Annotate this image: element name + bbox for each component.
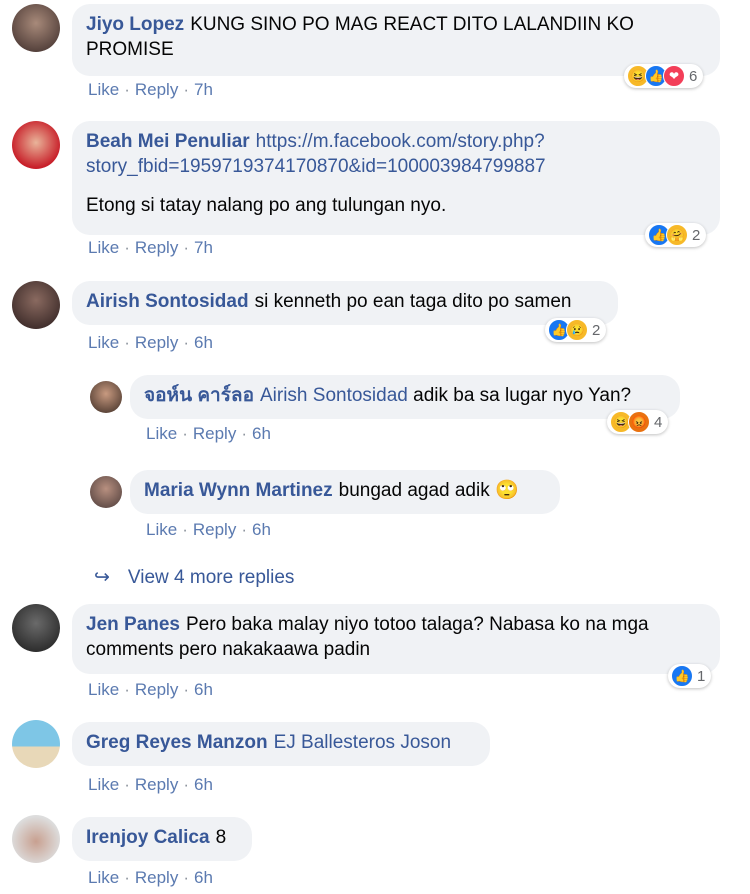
like-button[interactable]: Like bbox=[146, 424, 177, 443]
avatar[interactable] bbox=[12, 815, 60, 863]
avatar[interactable] bbox=[90, 381, 122, 413]
comment-bubble: Beah Mei Penuliar https://m.facebook.com/… bbox=[72, 121, 720, 235]
comment-bubble: Jiyo Lopez KUNG SINO PO MAG REACT DITO LA… bbox=[72, 4, 720, 76]
comment-actions: Like · Reply · 6h bbox=[146, 520, 271, 539]
comment-text: adik ba sa lugar nyo Yan? bbox=[413, 385, 632, 406]
comment-bubble: Airish Sontosidad si kenneth po ean taga … bbox=[72, 281, 618, 325]
reaction-count: 4 bbox=[654, 413, 663, 431]
reply-button[interactable]: Reply bbox=[135, 238, 178, 257]
reaction-summary[interactable]: 👍 1 bbox=[668, 664, 712, 688]
avatar[interactable] bbox=[12, 121, 60, 169]
reply-bubble: จอห์น คาร์ลอ Airish Sontosidad adik ba sa… bbox=[130, 375, 680, 419]
like-button[interactable]: Like bbox=[146, 520, 177, 539]
reply-button[interactable]: Reply bbox=[135, 80, 178, 99]
comment-actions: Like · Reply · 6h bbox=[88, 775, 213, 794]
care-icon: 🤗 bbox=[666, 224, 688, 246]
reaction-summary[interactable]: 👍 😢 2 bbox=[545, 318, 607, 342]
comment-author[interactable]: Greg Reyes Manzon bbox=[86, 732, 268, 753]
comment-author[interactable]: Jen Panes bbox=[86, 614, 180, 635]
reaction-count: 1 bbox=[697, 667, 706, 685]
comment-bubble: Irenjoy Calica 8 bbox=[72, 817, 252, 861]
avatar[interactable] bbox=[12, 604, 60, 652]
reaction-summary[interactable]: 👍 🤗 2 bbox=[645, 223, 707, 247]
timestamp[interactable]: 6h bbox=[194, 333, 213, 352]
like-button[interactable]: Like bbox=[88, 238, 119, 257]
reaction-count: 2 bbox=[592, 321, 601, 339]
like-icon: 👍 bbox=[671, 665, 693, 687]
view-more-replies[interactable]: ↪ View 4 more replies bbox=[94, 566, 294, 589]
comment-text: 8 bbox=[215, 827, 227, 848]
comment-author[interactable]: จอห์น คาร์ลอ bbox=[144, 385, 254, 406]
like-button[interactable]: Like bbox=[88, 80, 119, 99]
timestamp[interactable]: 6h bbox=[194, 680, 213, 699]
reply-button[interactable]: Reply bbox=[135, 868, 178, 887]
reaction-count: 6 bbox=[689, 67, 698, 85]
comment-author[interactable]: Beah Mei Penuliar bbox=[86, 131, 250, 152]
comment-actions: Like · Reply · 6h bbox=[88, 680, 213, 699]
timestamp[interactable]: 6h bbox=[252, 520, 271, 539]
reply-arrow-icon: ↪ bbox=[94, 567, 110, 588]
story-link-cont[interactable]: story_fbid=1959719374170870&id=100003984… bbox=[86, 154, 706, 179]
like-button[interactable]: Like bbox=[88, 775, 119, 794]
comment-author[interactable]: Jiyo Lopez bbox=[86, 14, 184, 35]
reply-button[interactable]: Reply bbox=[193, 520, 236, 539]
timestamp[interactable]: 7h bbox=[194, 238, 213, 257]
reply-button[interactable]: Reply bbox=[135, 775, 178, 794]
reaction-summary[interactable]: 😆 👍 ❤ 6 bbox=[624, 64, 704, 88]
comment-actions: Like · Reply · 6h bbox=[88, 333, 213, 352]
angry-icon: 😡 bbox=[628, 411, 650, 433]
like-button[interactable]: Like bbox=[88, 680, 119, 699]
love-icon: ❤ bbox=[663, 65, 685, 87]
timestamp[interactable]: 6h bbox=[194, 868, 213, 887]
comment-actions: Like · Reply · 7h bbox=[88, 238, 213, 257]
avatar[interactable] bbox=[90, 476, 122, 508]
mention-link[interactable]: EJ Ballesteros Joson bbox=[274, 732, 451, 753]
timestamp[interactable]: 6h bbox=[194, 775, 213, 794]
comment-text: bungad agad adik 🙄 bbox=[338, 480, 519, 501]
comment-author[interactable]: Irenjoy Calica bbox=[86, 827, 210, 848]
reply-button[interactable]: Reply bbox=[193, 424, 236, 443]
story-link[interactable]: https://m.facebook.com/story.php? bbox=[256, 131, 545, 152]
reply-button[interactable]: Reply bbox=[135, 680, 178, 699]
comment-actions: Like · Reply · 7h bbox=[88, 80, 213, 99]
comment-author[interactable]: Airish Sontosidad bbox=[86, 291, 249, 312]
comment-actions: Like · Reply · 6h bbox=[88, 868, 213, 887]
reaction-count: 2 bbox=[692, 226, 701, 244]
comment-actions: Like · Reply · 6h bbox=[146, 424, 271, 443]
comment-bubble: Jen Panes Pero baka malay niyo totoo tala… bbox=[72, 604, 720, 674]
timestamp[interactable]: 7h bbox=[194, 80, 213, 99]
sad-icon: 😢 bbox=[566, 319, 588, 341]
reaction-summary[interactable]: 😆 😡 4 bbox=[607, 410, 669, 434]
reply-button[interactable]: Reply bbox=[135, 333, 178, 352]
comment-text: si kenneth po ean taga dito po samen bbox=[254, 291, 572, 312]
like-button[interactable]: Like bbox=[88, 333, 119, 352]
avatar[interactable] bbox=[12, 4, 60, 52]
like-button[interactable]: Like bbox=[88, 868, 119, 887]
comment-bubble: Greg Reyes Manzon EJ Ballesteros Joson bbox=[72, 722, 490, 766]
timestamp[interactable]: 6h bbox=[252, 424, 271, 443]
reply-bubble: Maria Wynn Martinez bungad agad adik 🙄 bbox=[130, 470, 560, 514]
avatar[interactable] bbox=[12, 720, 60, 768]
mention-link[interactable]: Airish Sontosidad bbox=[260, 385, 408, 406]
comment-text: Etong si tatay nalang po ang tulungan ny… bbox=[86, 195, 447, 216]
avatar[interactable] bbox=[12, 281, 60, 329]
comment-author[interactable]: Maria Wynn Martinez bbox=[144, 480, 333, 501]
